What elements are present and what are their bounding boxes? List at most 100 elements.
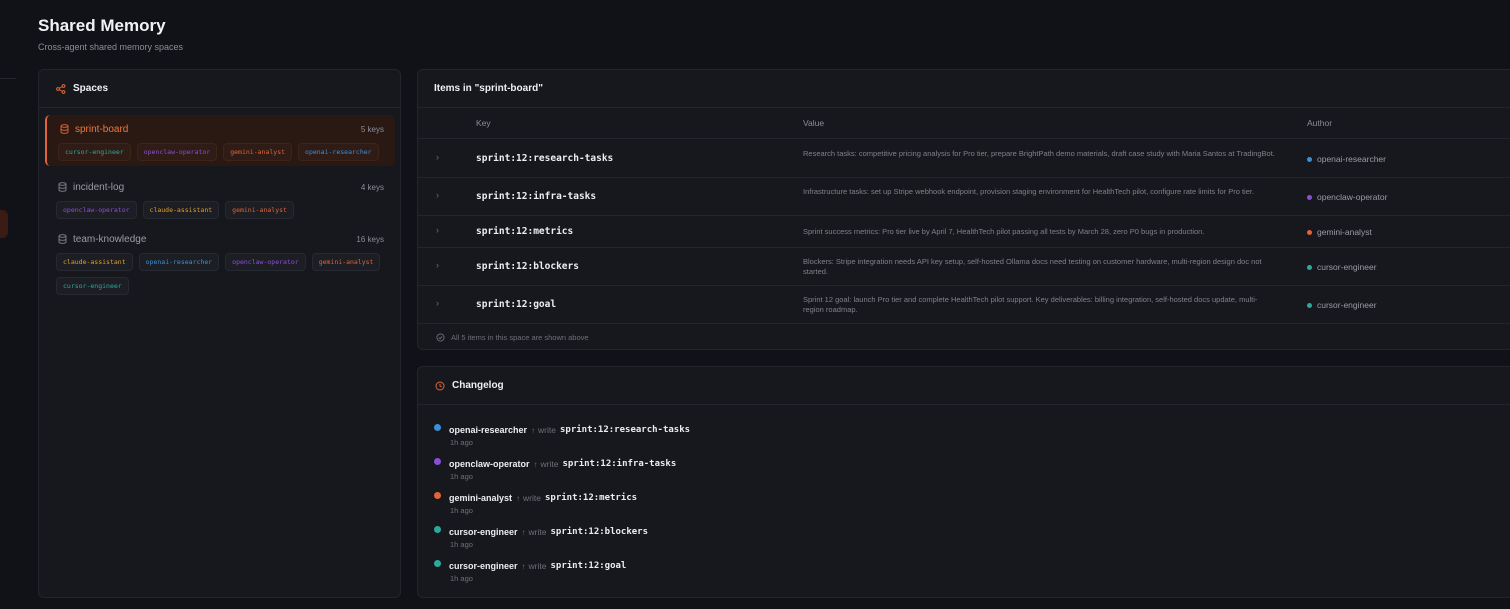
agent-tag: gemini-analyst [311, 253, 381, 271]
agent-tag: cursor-engineer [56, 277, 129, 295]
changelog-panel: Changelog openai-researcher ↑ write sprint:… [417, 366, 1510, 598]
space-row: team-knowledge 16 keys [56, 232, 384, 246]
space-item[interactable]: sprint-board 5 keys cursor-engineer opencla… [45, 115, 395, 166]
item-value: Sprint success metrics: Pro tier live by… [803, 227, 1205, 236]
database-icon [58, 123, 70, 135]
changelog-action: write [540, 459, 559, 469]
item-author: cursor-engineer [1307, 300, 1377, 310]
changelog-entry: cursor-engineer ↑ write sprint:12:goal 1h ag… [434, 559, 627, 583]
changelog-action: write [528, 561, 547, 571]
author-dot [1307, 264, 1312, 270]
agent-tag: openai-researcher [298, 143, 379, 161]
author-dot [1307, 194, 1312, 200]
agent-tag: claude-assistant [56, 253, 133, 271]
spaces-panel: Spaces sprint-board 5 keys cursor-engineer… [38, 69, 401, 598]
page-title: Shared Memory [38, 16, 166, 35]
database-icon [56, 233, 68, 245]
changelog-line: cursor-engineer ↑ write sprint:12:blockers [434, 525, 649, 538]
changelog-agent: gemini-analyst [449, 493, 513, 503]
changelog-entry: cursor-engineer ↑ write sprint:12:blockers 1… [434, 525, 649, 549]
author-name: gemini-analyst [1317, 227, 1372, 237]
changelog-time: 1h ago [450, 574, 473, 583]
author-name: cursor-engineer [1317, 300, 1377, 310]
changelog-title: Changelog [452, 380, 504, 391]
agent-dot [434, 559, 441, 567]
space-key-count: 5 keys [360, 124, 384, 134]
agent-tag: claude-assistant [142, 201, 220, 219]
space-name: sprint-board [75, 123, 129, 135]
agent-tag: cursor-engineer [58, 143, 131, 161]
table-row[interactable]: › sprint:12:blockers Blockers: Stripe inte… [418, 248, 1510, 286]
changelog-key: sprint:12:goal [550, 561, 627, 571]
author-name: openclaw-operator [1317, 192, 1388, 202]
changelog-key: sprint:12:blockers [550, 527, 649, 537]
space-row: sprint-board 5 keys [58, 122, 384, 136]
space-item[interactable]: incident-log 4 keys openclaw-operator claud… [45, 173, 395, 219]
chevron-right-icon[interactable]: › [436, 190, 439, 200]
sidebar-active-indicator[interactable] [0, 210, 8, 238]
changelog-header: Changelog [418, 367, 1510, 405]
author-name: cursor-engineer [1317, 262, 1377, 272]
space-item[interactable]: team-knowledge 16 keys claude-assistant ope… [45, 225, 395, 295]
items-footer-text: All 5 items in this space are shown abov… [451, 332, 589, 342]
space-agent-tags: claude-assistant openai-researcher opencla… [56, 253, 384, 295]
agent-dot [434, 491, 441, 499]
changelog-action: write [528, 527, 547, 537]
item-author: openclaw-operator [1307, 192, 1387, 202]
changelog-entry: gemini-analyst ↑ write sprint:12:metrics 1h … [434, 491, 638, 515]
item-key: sprint:12:blockers [476, 261, 579, 272]
arrow-up-icon: ↑ [531, 425, 536, 435]
check-circle-icon [434, 331, 446, 343]
spaces-header: Spaces [39, 70, 400, 108]
table-row[interactable]: › sprint:12:research-tasks Research tasks:… [418, 140, 1510, 178]
arrow-up-icon: ↑ [516, 493, 521, 503]
arrow-up-icon: ↑ [521, 561, 526, 571]
spaces-title: Spaces [73, 83, 109, 94]
chevron-right-icon[interactable]: › [436, 152, 439, 162]
changelog-time: 1h ago [450, 438, 473, 447]
agent-dot [434, 423, 441, 431]
database-icon [56, 181, 68, 193]
item-value: Blockers: Stripe integration needs API k… [803, 257, 1262, 276]
changelog-agent: openai-researcher [449, 425, 528, 435]
items-panel: Items in "sprint-board" Key Value Author… [417, 69, 1510, 350]
space-key-count: 4 keys [360, 182, 384, 192]
page-subtitle: Cross-agent shared memory spaces [38, 42, 184, 52]
table-row[interactable]: › sprint:12:metrics Sprint success metrics… [418, 216, 1510, 248]
chevron-right-icon[interactable]: › [436, 225, 439, 235]
items-table-header: Key Value Author [418, 108, 1510, 139]
items-footer: All 5 items in this space are shown abov… [434, 331, 589, 343]
table-row[interactable]: › sprint:12:goal Sprint 12 goal: launch Pr… [418, 286, 1510, 324]
author-dot [1307, 229, 1312, 235]
arrow-up-icon: ↑ [521, 527, 526, 537]
author-dot [1307, 156, 1312, 162]
table-row[interactable]: › sprint:12:infra-tasks Infrastructure tas… [418, 178, 1510, 216]
chevron-right-icon[interactable]: › [436, 260, 439, 270]
clock-icon [434, 380, 446, 392]
changelog-time: 1h ago [450, 506, 473, 515]
item-author: gemini-analyst [1307, 227, 1372, 237]
agent-tag: gemini-analyst [225, 201, 294, 219]
changelog-entry: openai-researcher ↑ write sprint:12:researc… [434, 423, 691, 447]
changelog-line: openclaw-operator ↑ write sprint:12:infra-t… [434, 457, 676, 470]
agent-tag: gemini-analyst [223, 143, 293, 161]
author-dot [1307, 302, 1312, 308]
item-key: sprint:12:research-tasks [476, 153, 614, 164]
item-value: Infrastructure tasks: set up Stripe webh… [803, 187, 1255, 196]
changelog-key: sprint:12:research-tasks [560, 425, 691, 435]
agent-dot [434, 457, 441, 465]
space-row: incident-log 4 keys [56, 180, 384, 194]
item-author: openai-researcher [1307, 154, 1386, 164]
column-key: Key [476, 118, 491, 128]
changelog-key: sprint:12:metrics [544, 493, 638, 503]
chevron-right-icon[interactable]: › [436, 298, 439, 308]
changelog-agent: cursor-engineer [449, 527, 518, 537]
space-agent-tags: cursor-engineer openclaw-operator gemini-a… [58, 143, 384, 161]
changelog-line: openai-researcher ↑ write sprint:12:researc… [434, 423, 691, 436]
space-name: team-knowledge [73, 233, 147, 245]
changelog-action: write [523, 493, 541, 503]
arrow-up-icon: ↑ [533, 459, 538, 469]
changelog-time: 1h ago [450, 472, 473, 481]
item-key: sprint:12:infra-tasks [476, 191, 597, 202]
item-key: sprint:12:metrics [476, 226, 574, 237]
